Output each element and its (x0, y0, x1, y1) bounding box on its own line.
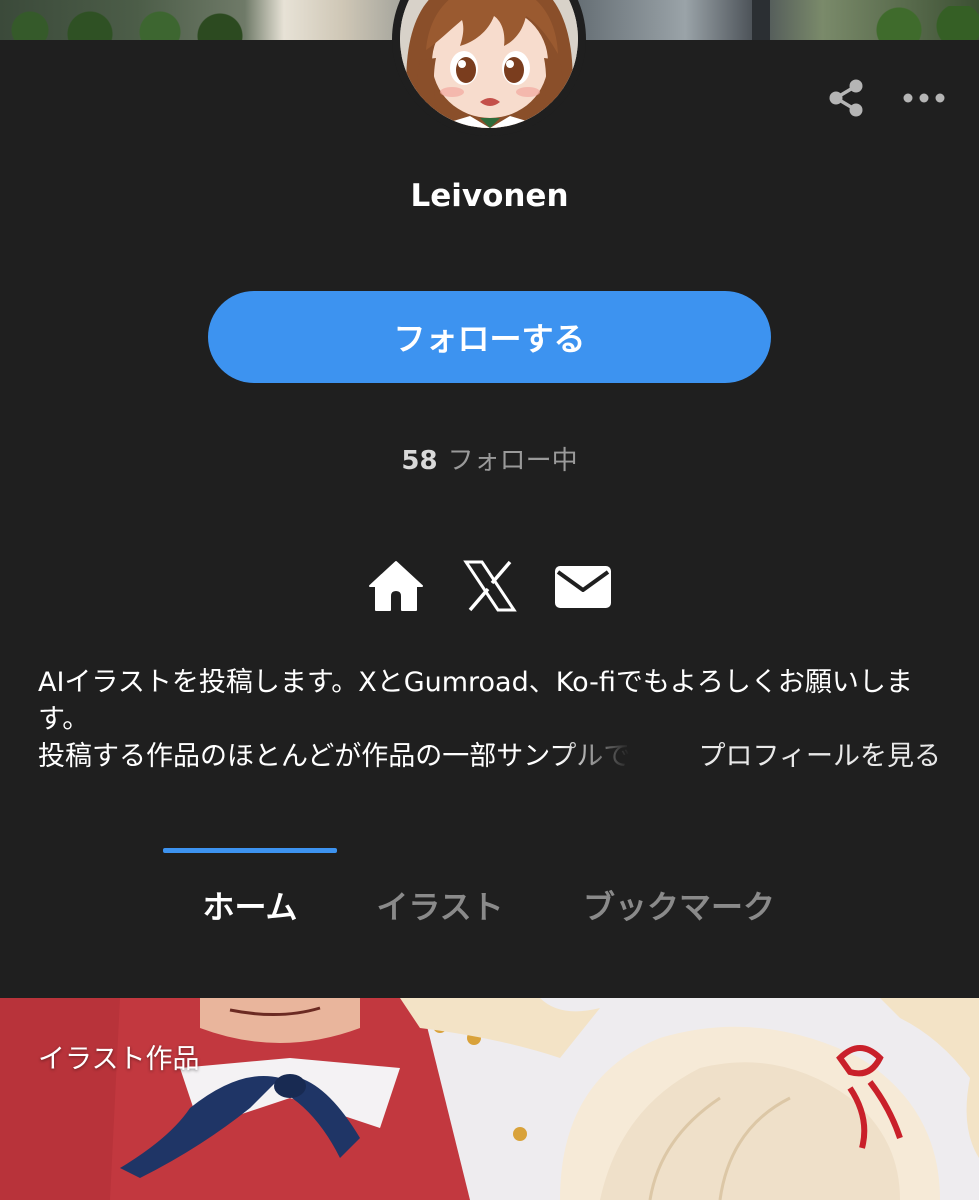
avatar-image (400, 0, 578, 128)
following-count-link[interactable]: 58 フォロー中 (0, 440, 979, 477)
tab-label: ホーム (202, 888, 298, 926)
share-button[interactable] (824, 76, 868, 120)
profile-bio: AIイラストを投稿します。XとGumroad、Ko-fiでもよろしくお願いしま … (38, 664, 943, 785)
bio-line: す。 (38, 704, 90, 735)
tab-label: ブックマーク (582, 888, 775, 926)
following-count: 58 (401, 446, 438, 476)
mail-icon (555, 566, 611, 608)
share-icon (829, 79, 863, 117)
tab-label: イラスト (376, 888, 504, 926)
more-options-button[interactable] (898, 80, 950, 116)
artwork-thumbnail[interactable] (0, 998, 979, 1200)
x-link[interactable] (462, 556, 518, 616)
profile-tabs: ホーム イラスト ブックマーク (0, 848, 979, 968)
profile-page: Leivonen フォローする 58 フォロー中 AIイラストを投稿します。XとG… (0, 0, 979, 1200)
tab-illustrations[interactable]: イラスト (360, 848, 520, 958)
tab-home[interactable]: ホーム (163, 848, 337, 958)
home-link[interactable] (366, 556, 426, 616)
more-horizontal-icon (903, 93, 945, 103)
tab-bookmarks[interactable]: ブックマーク (568, 848, 790, 958)
follow-button[interactable]: フォローする (208, 291, 771, 383)
mail-link[interactable] (552, 556, 614, 616)
see-profile-link[interactable]: プロフィールを見る (680, 738, 941, 775)
following-label: フォロー中 (447, 446, 578, 476)
bio-line-truncated: 投稿する作品のほとんどが作品の一部サンプルで プロフィールを見る (38, 738, 943, 785)
section-label: イラスト作品 (38, 1044, 200, 1075)
user-name: Leivonen (410, 178, 569, 214)
home-icon (369, 561, 423, 611)
avatar[interactable] (392, 0, 586, 136)
x-logo-icon (463, 560, 517, 612)
bio-line: 投稿する作品のほとんどが作品の一部サンプルで (38, 741, 631, 772)
bio-line: AIイラストを投稿します。XとGumroad、Ko-fiでもよろしくお願いしま (38, 667, 913, 698)
active-tab-indicator (163, 848, 337, 853)
